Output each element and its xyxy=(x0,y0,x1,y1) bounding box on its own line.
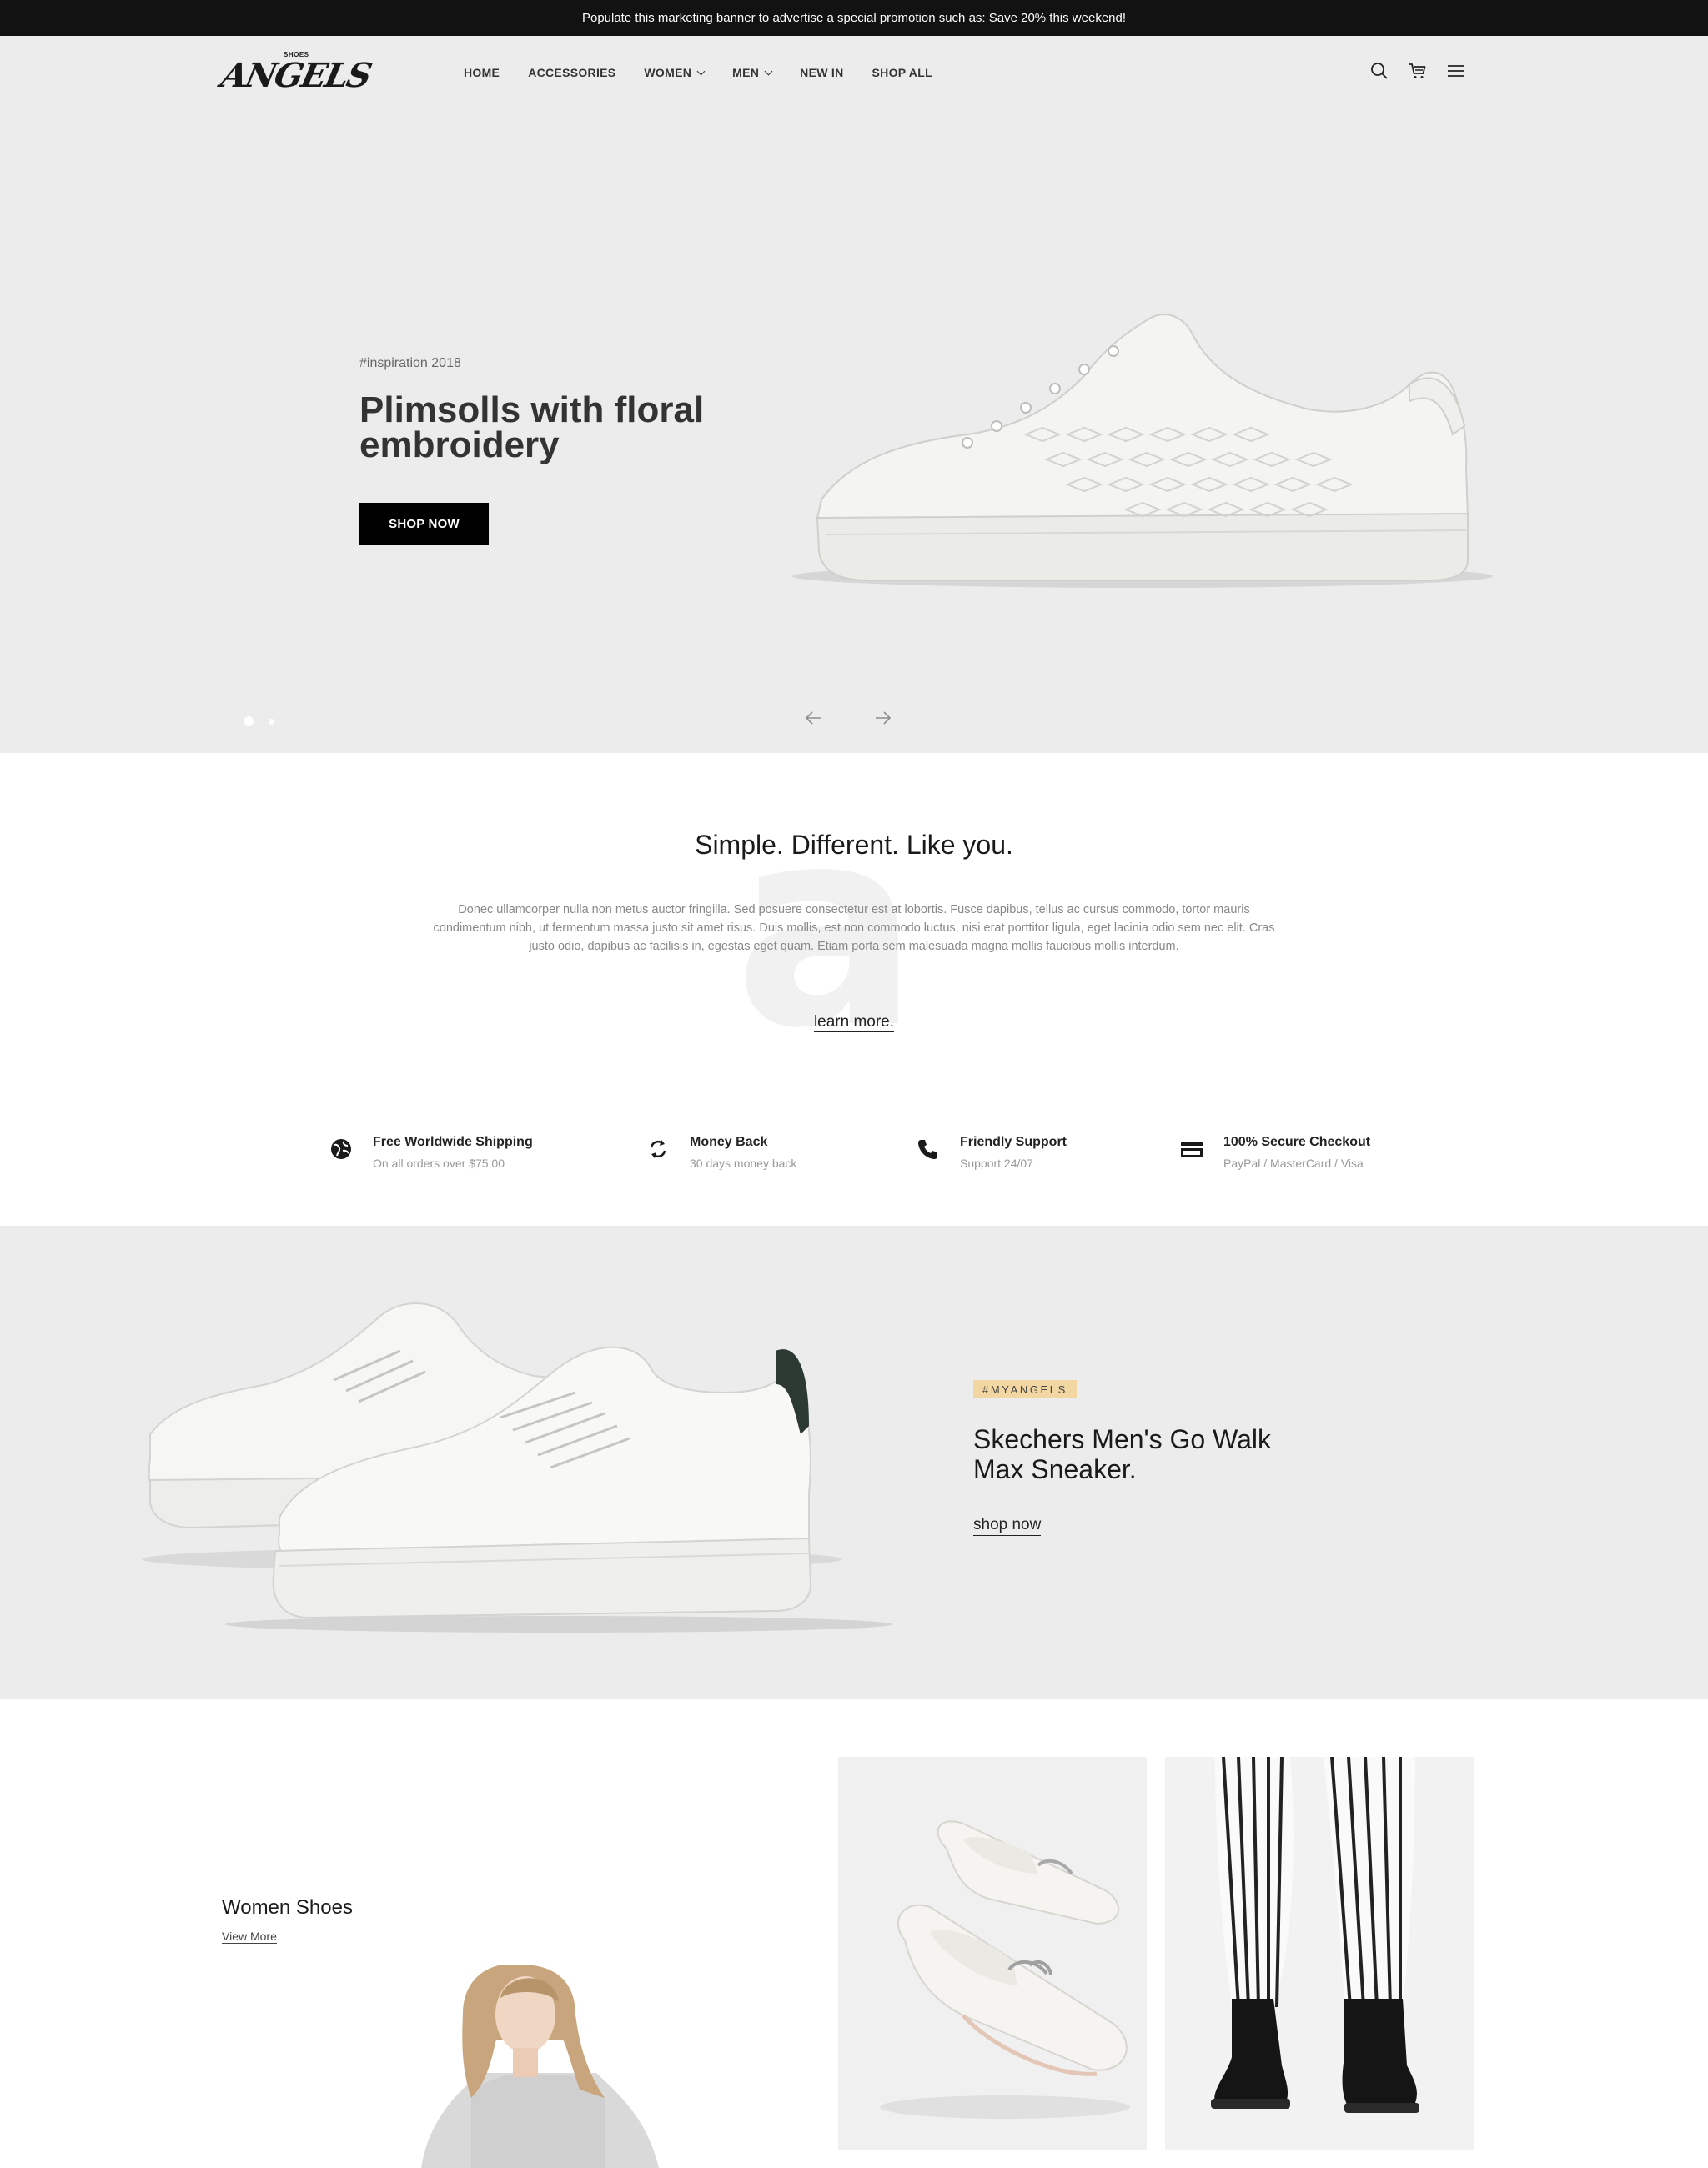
categories-section: Women Shoes View More xyxy=(0,1699,1708,2168)
feature-title: Free Worldwide Shipping xyxy=(373,1135,533,1149)
boots-image xyxy=(1165,1757,1474,2150)
globe-icon xyxy=(329,1137,353,1161)
hero-tag: #inspiration 2018 xyxy=(359,356,461,370)
arrow-left-icon[interactable] xyxy=(802,707,824,729)
promo-section: #MYANGELS Skechers Men's Go Walk Max Sne… xyxy=(0,1226,1708,1699)
banner-text: Populate this marketing banner to advert… xyxy=(581,11,1127,25)
nav-men[interactable]: MEN xyxy=(732,66,773,79)
feature-title: Money Back xyxy=(690,1135,768,1149)
shop-now-link[interactable]: shop now xyxy=(973,1516,1042,1536)
header-actions xyxy=(1369,61,1466,81)
feature-title: 100% Secure Checkout xyxy=(1223,1135,1371,1149)
nav-shop-all[interactable]: SHOP ALL xyxy=(872,66,932,79)
logo-word: ANGELS xyxy=(218,56,374,95)
feature-title: Friendly Support xyxy=(960,1135,1067,1149)
slider-dot[interactable] xyxy=(269,718,274,725)
nav-women-label: WOMEN xyxy=(644,66,692,79)
nav-new-in[interactable]: NEW IN xyxy=(800,66,843,79)
nav-men-label: MEN xyxy=(732,66,760,79)
site-header: SHOES ANGELS HOME ACCESSORIES WOMEN MEN … xyxy=(0,36,1708,109)
category-title: Women Shoes xyxy=(222,1896,353,1919)
chevron-down-icon xyxy=(696,67,706,75)
slider-dot-active[interactable] xyxy=(244,716,254,726)
nav-accessories-label: ACCESSORIES xyxy=(528,66,616,79)
loafers-image xyxy=(838,1757,1147,2150)
credit-card-icon xyxy=(1180,1137,1203,1161)
slider-dots xyxy=(244,716,274,726)
promo-title: Skechers Men's Go Walk Max Sneaker. xyxy=(973,1424,1272,1484)
features-row: Free Worldwide Shipping On all orders ov… xyxy=(0,1117,1708,1184)
hero-slider: #inspiration 2018 Plimsolls with floral … xyxy=(0,109,1708,753)
nav-home[interactable]: HOME xyxy=(464,66,500,79)
marketing-banner: Populate this marketing banner to advert… xyxy=(0,0,1708,36)
refresh-icon xyxy=(646,1137,670,1161)
hero-title: Plimsolls with floral embroidery xyxy=(359,389,705,465)
cart-icon[interactable] xyxy=(1408,61,1428,81)
nav-accessories[interactable]: ACCESSORIES xyxy=(528,66,615,79)
search-icon[interactable] xyxy=(1369,61,1389,81)
learn-more-wrap: learn more. xyxy=(0,1013,1708,1032)
phone-icon xyxy=(917,1137,940,1161)
promo-badge: #MYANGELS xyxy=(973,1380,1077,1398)
product-card-loafers[interactable] xyxy=(838,1757,1147,2150)
nav-shop-all-label: SHOP ALL xyxy=(872,66,932,79)
product-card-boots[interactable] xyxy=(1165,1757,1474,2150)
feature-subtitle: Support 24/07 xyxy=(960,1157,1033,1170)
view-more-link[interactable]: View More xyxy=(222,1930,277,1944)
feature-subtitle: 30 days money back xyxy=(690,1157,797,1170)
nav-women[interactable]: WOMEN xyxy=(644,66,706,79)
menu-icon[interactable] xyxy=(1446,61,1466,81)
arrow-right-icon[interactable] xyxy=(872,707,894,729)
intro-text: Donec ullamcorper nulla non metus auctor… xyxy=(433,903,1275,953)
intro-section: a Simple. Different. Like you. Donec ull… xyxy=(0,753,1708,1078)
nav-new-in-label: NEW IN xyxy=(800,66,844,79)
slider-arrows xyxy=(802,707,894,729)
chevron-down-icon xyxy=(764,67,773,75)
sneakers-pair-image xyxy=(142,1302,892,1633)
intro-title: Simple. Different. Like you. xyxy=(695,830,1013,860)
model-photo xyxy=(421,1965,659,2168)
logo[interactable]: SHOES ANGELS xyxy=(218,51,374,95)
sneaker-image xyxy=(792,314,1493,588)
learn-more-link[interactable]: learn more. xyxy=(813,1013,895,1032)
nav-home-label: HOME xyxy=(464,66,500,79)
feature-subtitle: On all orders over $75.00 xyxy=(373,1157,505,1170)
feature-subtitle: PayPal / MasterCard / Visa xyxy=(1223,1157,1364,1170)
main-nav: HOME ACCESSORIES WOMEN MEN NEW IN SHOP A… xyxy=(464,36,961,109)
shop-now-button[interactable]: SHOP NOW xyxy=(359,503,489,545)
